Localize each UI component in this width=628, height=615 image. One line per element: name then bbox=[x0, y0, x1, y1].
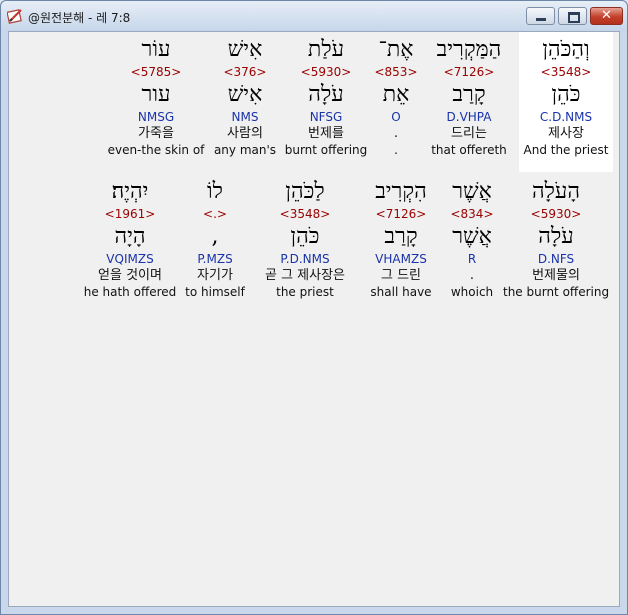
word-cell[interactable]: עוֹר <5785> עור NMSG 가죽을 even-the skin o… bbox=[107, 36, 205, 158]
strong-number[interactable]: <7126> bbox=[421, 64, 517, 80]
english-gloss: that offereth bbox=[431, 143, 507, 157]
korean-gloss: . bbox=[393, 126, 399, 141]
hebrew-root: קָרַב bbox=[452, 82, 486, 107]
english-gloss: shall have bbox=[370, 285, 432, 299]
word-cell[interactable]: הִקְרִיב <7126> קָרַב VHAMZS 그 드린 shall … bbox=[361, 178, 441, 300]
hebrew-word: הַמַּקְרִיב bbox=[436, 37, 502, 62]
hebrew-root: כֹּהֵן bbox=[551, 82, 581, 107]
close-button[interactable]: ✕ bbox=[590, 7, 623, 25]
strong-number[interactable]: <5930> bbox=[503, 206, 609, 222]
morphology-code: NMS bbox=[231, 110, 259, 124]
hebrew-word: לוֹ bbox=[207, 179, 223, 204]
window-title: @원전분해 - 레 7:8 bbox=[28, 11, 131, 25]
strong-number[interactable]: <5785> bbox=[107, 64, 205, 80]
hebrew-word: וְהַכֹּהֵן bbox=[542, 37, 590, 62]
korean-gloss: 사람의 bbox=[227, 126, 263, 141]
hebrew-word: הָעֹלָה bbox=[531, 179, 581, 204]
hebrew-root: הָיָה bbox=[114, 224, 146, 249]
korean-gloss: 번제를 bbox=[308, 126, 344, 141]
maximize-button[interactable] bbox=[558, 7, 587, 25]
korean-gloss: 그 드린 bbox=[380, 268, 421, 283]
hebrew-word: אֶת־ bbox=[378, 37, 414, 62]
morphology-code: D.VHPA bbox=[446, 110, 492, 124]
hebrew-root: קָרַב bbox=[384, 224, 418, 249]
strong-number[interactable]: <853> bbox=[371, 64, 421, 80]
word-cell[interactable]: יִהְיֶה׃ <1961> הָיָה VQIMZS 얻을 것이며 he h… bbox=[83, 178, 177, 300]
hebrew-word: אִישׁ bbox=[227, 37, 263, 62]
title-bar[interactable]: @원전분해 - 레 7:8 ✕ bbox=[1, 1, 627, 31]
close-icon: ✕ bbox=[601, 8, 612, 23]
word-cell[interactable]: אֶת־ <853> אֵת O . . bbox=[371, 36, 421, 158]
hebrew-root: , bbox=[211, 224, 219, 249]
minimize-button[interactable] bbox=[526, 7, 555, 25]
hebrew-root: אִישׁ bbox=[227, 82, 263, 107]
word-cell[interactable]: אִישׁ <376> אִישׁ NMS 사람의 any man's bbox=[207, 36, 283, 158]
strong-number[interactable]: <5930> bbox=[283, 64, 369, 80]
strong-number[interactable]: <7126> bbox=[361, 206, 441, 222]
english-gloss: burnt offering bbox=[284, 143, 368, 157]
korean-gloss: 드리는 bbox=[451, 126, 487, 141]
english-gloss: whoich bbox=[450, 285, 494, 299]
korean-gloss: 제사장 bbox=[548, 126, 584, 141]
hebrew-root: עור bbox=[141, 82, 171, 107]
hebrew-word: לַכֹּהֵן bbox=[285, 179, 325, 204]
korean-gloss: 자기가 bbox=[197, 268, 233, 283]
english-gloss: even-the skin of bbox=[107, 143, 205, 157]
hebrew-root: אֲשֶׁר bbox=[452, 224, 492, 249]
english-gloss: any man's bbox=[213, 143, 277, 157]
word-cell[interactable]: אֲשֶׁר <834> אֲשֶׁר R . whoich bbox=[443, 178, 501, 300]
morphology-code: P.D.NMS bbox=[280, 252, 330, 266]
korean-gloss: 가죽을 bbox=[138, 126, 174, 141]
strong-number[interactable]: <834> bbox=[443, 206, 501, 222]
hebrew-word: יִהְיֶה׃ bbox=[111, 179, 149, 204]
word-cell[interactable]: לוֹ <.> , P.MZS 자기가 to himself bbox=[179, 178, 251, 300]
strong-number[interactable]: <1961> bbox=[83, 206, 177, 222]
word-cell[interactable]: הָעֹלָה <5930> עֹלָה D.NFS 번제물의 the burn… bbox=[503, 178, 609, 300]
hebrew-root: עֹלָה bbox=[308, 82, 344, 107]
hebrew-root: אֵת bbox=[382, 82, 410, 107]
english-gloss: he hath offered bbox=[83, 285, 177, 299]
morphology-code: R bbox=[467, 252, 477, 266]
english-gloss: And the priest bbox=[523, 143, 609, 157]
morphology-code: VHAMZS bbox=[375, 252, 427, 266]
korean-gloss: 곧 그 제사장은 bbox=[264, 268, 346, 283]
strong-number[interactable]: <.> bbox=[179, 206, 251, 222]
morphology-code: C.D.NMS bbox=[539, 110, 593, 124]
strong-number[interactable]: <3548> bbox=[519, 64, 613, 80]
morphology-code: P.MZS bbox=[197, 252, 233, 266]
morphology-code: NFSG bbox=[309, 110, 343, 124]
word-cell-selected[interactable]: וְהַכֹּהֵן <3548> כֹּהֵן C.D.NMS 제사장 And… bbox=[519, 32, 613, 172]
word-cell[interactable]: הַמַּקְרִיב <7126> קָרַב D.VHPA 드리는 that… bbox=[421, 36, 517, 158]
hebrew-root: כֹּהֵן bbox=[290, 224, 320, 249]
hebrew-root: עֹלָה bbox=[538, 224, 574, 249]
strong-number[interactable]: <376> bbox=[207, 64, 283, 80]
pencil-book-icon bbox=[7, 9, 22, 24]
morphology-code: NMSG bbox=[137, 110, 175, 124]
korean-gloss: 얻을 것이며 bbox=[98, 268, 162, 283]
morphology-code: D.NFS bbox=[537, 252, 575, 266]
app-window: @원전분해 - 레 7:8 ✕ עוֹר <5785> עור NMSG 가죽을… bbox=[0, 0, 628, 615]
hebrew-word: הִקְרִיב bbox=[375, 179, 427, 204]
strong-number[interactable]: <3548> bbox=[251, 206, 359, 222]
word-cell[interactable]: עֹלַת <5930> עֹלָה NFSG 번제를 burnt offeri… bbox=[283, 36, 369, 158]
english-gloss: the priest bbox=[276, 285, 334, 299]
korean-gloss: . bbox=[469, 268, 475, 283]
morphology-code: VQIMZS bbox=[106, 252, 154, 266]
hebrew-word: עוֹר bbox=[141, 37, 171, 62]
interlinear-panel: עוֹר <5785> עור NMSG 가죽을 even-the skin o… bbox=[8, 31, 620, 607]
english-gloss: the burnt offering bbox=[503, 285, 610, 299]
word-cell[interactable]: לַכֹּהֵן <3548> כֹּהֵן P.D.NMS 곧 그 제사장은 … bbox=[251, 178, 359, 300]
hebrew-word: אֲשֶׁר bbox=[452, 179, 492, 204]
english-gloss: . bbox=[394, 143, 398, 157]
hebrew-word: עֹלַת bbox=[307, 37, 345, 62]
morphology-code: O bbox=[391, 110, 401, 124]
english-gloss: to himself bbox=[185, 285, 245, 299]
korean-gloss: 번제물의 bbox=[532, 268, 580, 283]
